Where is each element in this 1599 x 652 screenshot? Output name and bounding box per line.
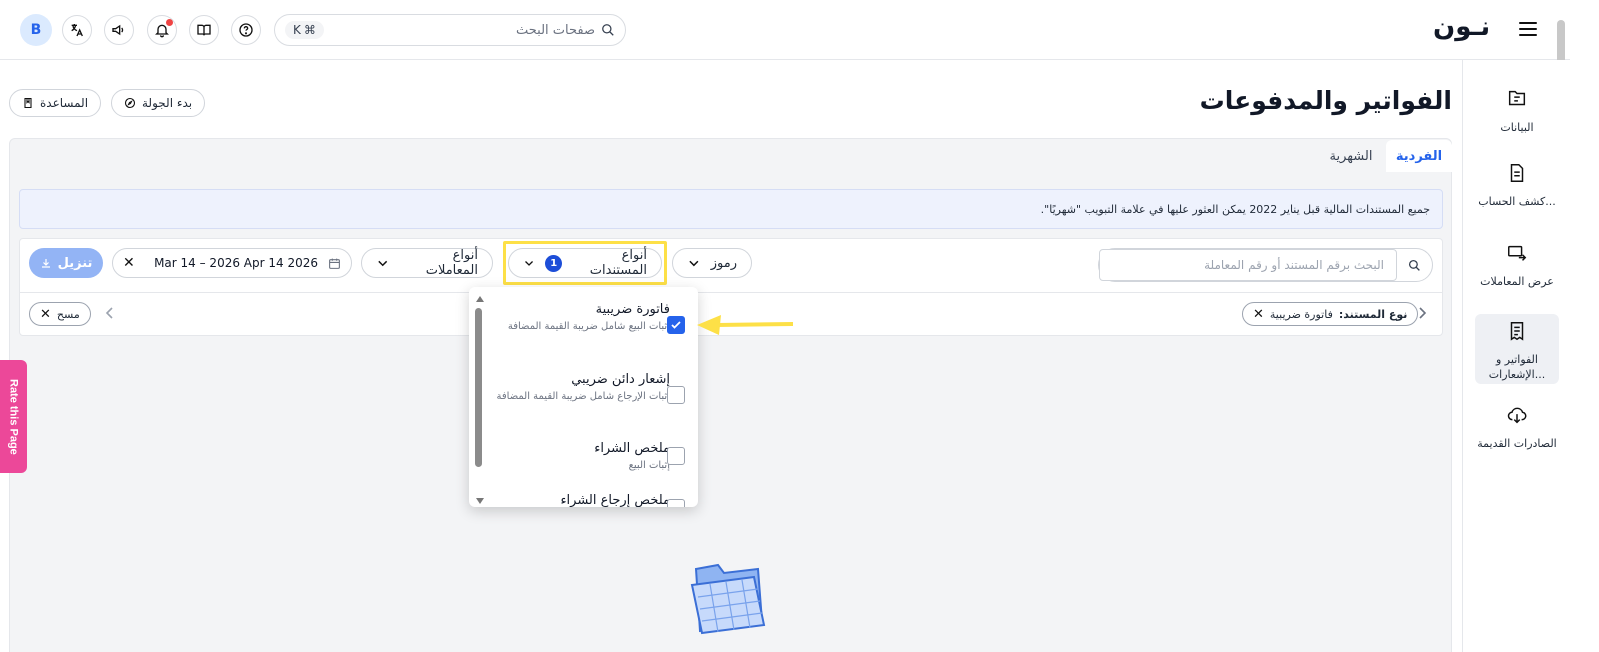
dropdown-option-tax-invoice[interactable]: فاتورة ضريبية إثبات البيع شامل ضريبة الق… — [485, 301, 695, 335]
shortcut-key: K — [293, 23, 301, 37]
transactions-icon — [1508, 245, 1527, 261]
menu-icon[interactable] — [1519, 22, 1537, 38]
rate-page-label: Rate this Page — [7, 378, 20, 455]
info-banner: جميع المستندات المالية قبل يناير 2022 يم… — [19, 189, 1443, 229]
help-label: المساعدة — [40, 96, 89, 110]
dropdown-scrollbar[interactable] — [471, 291, 484, 504]
file-dollar-icon — [1508, 90, 1526, 106]
tour-label: بدء الجولة — [142, 96, 193, 110]
question-circle-icon — [239, 23, 253, 37]
command-icon: ⌘ — [303, 23, 316, 37]
sidebar-item-statements[interactable]: البيانات — [1475, 82, 1559, 135]
translate-button[interactable] — [62, 15, 92, 45]
download-button[interactable]: تنزيل — [29, 248, 103, 278]
download-icon — [41, 259, 50, 268]
tax-credit-note-checkbox[interactable] — [667, 386, 685, 404]
document-icon — [1510, 164, 1524, 182]
scroll-thumb[interactable] — [475, 308, 482, 467]
tax-invoice-checkbox[interactable] — [667, 316, 685, 334]
chip-key: نوع المستند: — [1338, 307, 1408, 321]
global-search[interactable]: صفحات البحث K ⌘ — [274, 14, 626, 46]
sidebar-item-legacy-exports[interactable]: الصادرات القديمة — [1475, 398, 1559, 451]
sidebar-item-label: الفواتير و الإشعارات... — [1488, 353, 1546, 381]
sidebar-item-label: عرض المعاملات — [1480, 275, 1554, 288]
sidebar-item-transactions[interactable]: عرض المعاملات — [1475, 236, 1559, 289]
option-subtitle: إثبات الإرجاع شامل ضريبة القيمة المضافة — [496, 391, 670, 402]
help-button[interactable] — [231, 15, 261, 45]
search-icon — [602, 24, 614, 36]
start-tour-button[interactable]: بدء الجولة — [111, 89, 206, 117]
option-subtitle: إثبات البيع — [628, 460, 670, 471]
chevron-down-icon — [689, 260, 699, 267]
scroll-down-arrow[interactable] — [476, 498, 484, 504]
sidebar-item-label: الصادرات القديمة — [1477, 437, 1557, 450]
chevron-left-icon[interactable] — [104, 306, 116, 320]
megaphone-icon — [112, 24, 124, 36]
purchase-summary-checkbox[interactable] — [667, 447, 685, 465]
date-range-field[interactable]: ✕ Mar 14 – 2026 Apr 14 2026 — [112, 248, 352, 278]
clear-filters-chip[interactable]: مسح ✕ — [29, 302, 91, 326]
codes-label: رموز — [710, 255, 737, 271]
dropdown-option-purchase-return-summary[interactable]: ملخص إرجاع الشراء — [485, 492, 695, 507]
sidebar-item-label: كشف الحساب... — [1478, 195, 1556, 208]
translate-icon — [71, 24, 83, 37]
transaction-types-label: أنواع المعاملات — [425, 248, 478, 278]
sidebar-item-account-statement[interactable]: كشف الحساب... — [1475, 156, 1559, 209]
dropdown-option-tax-credit-note[interactable]: إشعار دائن ضريبي إثبات الإرجاع شامل ضريب… — [485, 371, 695, 405]
receipt-icon — [1510, 322, 1524, 341]
docs-button[interactable] — [189, 15, 219, 45]
purchase-return-summary-checkbox[interactable] — [667, 499, 685, 507]
book-icon — [197, 24, 211, 36]
date-range-value: Mar 14 – 2026 Apr 14 2026 — [154, 256, 318, 270]
codes-filter-button[interactable]: رموز — [672, 248, 752, 278]
notifications-button[interactable] — [147, 15, 177, 45]
option-title: إشعار دائن ضريبي — [571, 372, 670, 387]
page-title: الفواتير والمدفوعات — [1199, 86, 1452, 115]
option-title: ملخص إرجاع الشراء — [560, 493, 670, 507]
transaction-types-filter-button[interactable]: أنواع المعاملات — [361, 248, 493, 278]
book-icon — [24, 97, 32, 109]
option-title: فاتورة ضريبية — [595, 302, 670, 317]
tab-monthly[interactable]: الشهرية — [1316, 140, 1386, 172]
search-icon — [1408, 259, 1420, 271]
clear-icon: ✕ — [40, 306, 51, 322]
dropdown-option-purchase-summary[interactable]: ملخص الشراء إثبات البيع — [485, 440, 695, 474]
document-search-wrapper: البحث برقم المستند أو رقم المعاملة — [1098, 248, 1433, 282]
search-placeholder: صفحات البحث — [516, 22, 595, 38]
clear-label: مسح — [56, 307, 80, 321]
announcements-button[interactable] — [104, 15, 134, 45]
rate-page-tab[interactable]: Rate this Page — [0, 360, 27, 473]
document-types-dropdown: فاتورة ضريبية إثبات البيع شامل ضريبة الق… — [469, 287, 698, 507]
chevron-down-icon — [378, 260, 388, 267]
checkmark-icon — [671, 321, 681, 329]
clear-date-icon[interactable]: ✕ — [123, 255, 135, 271]
notification-dot — [166, 19, 173, 26]
option-title: ملخص الشراء — [594, 441, 670, 456]
highlight-box — [503, 241, 667, 285]
tab-individual[interactable]: الفردية — [1386, 140, 1452, 172]
annotation-arrow-icon — [697, 315, 794, 335]
banner-text: جميع المستندات المالية قبل يناير 2022 يم… — [1040, 202, 1430, 216]
remove-chip-icon[interactable]: ✕ — [1253, 307, 1264, 322]
noon-logo[interactable]: نـون — [1433, 12, 1490, 42]
option-subtitle: إثبات البيع شامل ضريبة القيمة المضافة — [507, 321, 670, 332]
document-type-filter-chip: نوع المستند: فاتورة ضريبية ✕ — [1242, 302, 1419, 326]
cloud-download-icon — [1507, 407, 1527, 424]
folder-illustration-icon — [690, 563, 766, 635]
download-label: تنزيل — [57, 255, 93, 271]
sidebar-item-label: البيانات — [1500, 121, 1534, 134]
compass-icon — [124, 97, 136, 109]
top-header: B صفحات البحث K ⌘ نـون — [0, 0, 1570, 60]
sidebar: البيانات كشف الحساب... عرض المعاملات الف… — [1462, 60, 1570, 652]
help-guide-button[interactable]: المساعدة — [9, 89, 102, 117]
calendar-icon — [329, 258, 340, 269]
shortcut-hint: K ⌘ — [285, 21, 324, 39]
document-search-input[interactable]: البحث برقم المستند أو رقم المعاملة — [1099, 249, 1397, 281]
scroll-up-arrow[interactable] — [476, 296, 484, 302]
user-avatar[interactable]: B — [20, 14, 52, 46]
chip-value: فاتورة ضريبية — [1269, 307, 1333, 321]
document-search-placeholder: البحث برقم المستند أو رقم المعاملة — [1204, 258, 1384, 272]
sidebar-item-invoices[interactable]: الفواتير و الإشعارات... — [1475, 314, 1559, 384]
filter-divider — [19, 292, 1443, 293]
